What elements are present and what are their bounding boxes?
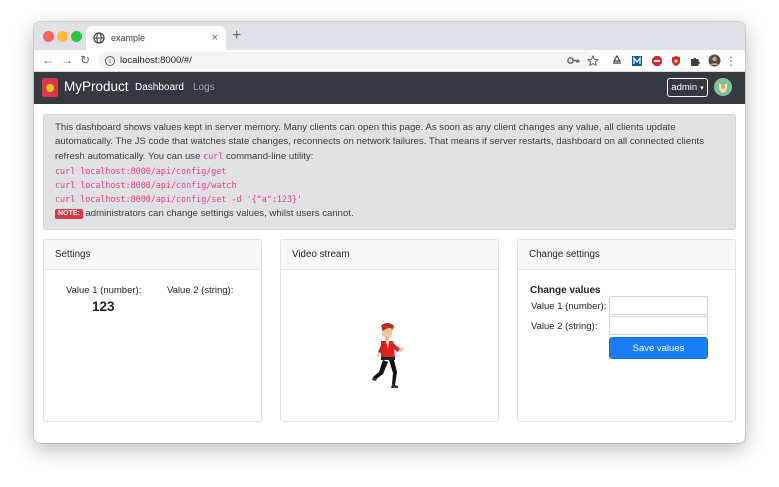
video-card-header: Video stream bbox=[281, 240, 498, 270]
save-values-button[interactable]: Save values bbox=[609, 337, 708, 359]
url-text: localhost:8000/#/ bbox=[120, 55, 192, 66]
value1-input-label: Value 1 (number): bbox=[531, 301, 607, 312]
profile-avatar-icon[interactable] bbox=[707, 54, 721, 67]
curl-inline-code: curl bbox=[203, 151, 224, 162]
browser-toolbar: ← → ↻ i localhost:8000/#/ ⋮ bbox=[34, 50, 745, 72]
info-intro-text: This dashboard shows values kept in serv… bbox=[55, 122, 704, 163]
note-text: administrators can change settings value… bbox=[85, 207, 354, 219]
app-navbar: MyProduct Dashboard Logs admin ▾ bbox=[34, 72, 745, 104]
adblock-extension-icon[interactable] bbox=[650, 54, 664, 67]
brand-logo-icon[interactable] bbox=[42, 78, 58, 97]
site-info-icon[interactable]: i bbox=[105, 55, 115, 66]
maximize-window-button[interactable] bbox=[71, 31, 82, 42]
settings-card: Settings Value 1 (number): 123 Value 2 (… bbox=[43, 239, 262, 422]
change-settings-header: Change settings bbox=[518, 240, 735, 270]
m-extension-icon[interactable] bbox=[630, 54, 644, 67]
user-avatar[interactable] bbox=[714, 78, 732, 96]
bookmark-star-icon[interactable] bbox=[586, 54, 600, 67]
puzzle-icon[interactable] bbox=[688, 54, 702, 67]
brand-name[interactable]: MyProduct bbox=[64, 79, 129, 94]
video-stream-card: Video stream bbox=[280, 239, 499, 422]
note-badge: NOTE: bbox=[55, 208, 83, 219]
change-values-title: Change values bbox=[530, 285, 601, 296]
key-icon[interactable] bbox=[566, 54, 580, 67]
browser-tab[interactable]: example × bbox=[86, 26, 226, 50]
command-set: curl localhost:8000/api/config/set -d '{… bbox=[55, 194, 303, 205]
info-alert: This dashboard shows values kept in serv… bbox=[43, 114, 736, 230]
change-settings-card: Change settings Change values Value 1 (n… bbox=[517, 239, 736, 422]
settings-card-header: Settings bbox=[44, 240, 261, 270]
close-window-button[interactable] bbox=[43, 31, 54, 42]
tab-title: example bbox=[111, 33, 146, 43]
command-watch: curl localhost:8000/api/config/watch bbox=[55, 180, 237, 191]
command-get: curl localhost:8000/api/config/get bbox=[55, 166, 227, 177]
value2-label: Value 2 (string): bbox=[167, 285, 234, 296]
new-tab-button[interactable]: + bbox=[232, 27, 241, 45]
nav-dashboard-link[interactable]: Dashboard bbox=[135, 82, 184, 93]
value2-input[interactable] bbox=[609, 316, 708, 335]
browser-window: example × + ← → ↻ i localhost:8000/#/ ⋮ … bbox=[34, 22, 745, 443]
value1-input[interactable] bbox=[609, 296, 708, 315]
caret-down-icon: ▾ bbox=[700, 84, 704, 92]
running-man-image bbox=[372, 322, 408, 397]
info-intro-tail: command-line utility: bbox=[225, 151, 314, 163]
back-button[interactable]: ← bbox=[42, 52, 54, 68]
tab-strip: example × + bbox=[34, 22, 745, 50]
address-bar[interactable]: i localhost:8000/#/ bbox=[98, 52, 594, 69]
tab-close-icon[interactable]: × bbox=[212, 32, 218, 44]
value2-input-label: Value 2 (string): bbox=[531, 321, 598, 332]
nav-logs-link[interactable]: Logs bbox=[193, 82, 215, 93]
user-menu-button[interactable]: admin ▾ bbox=[667, 78, 708, 97]
recycle-extension-icon[interactable] bbox=[610, 54, 624, 67]
globe-icon bbox=[93, 32, 105, 44]
shield-extension-icon[interactable] bbox=[669, 54, 683, 67]
forward-button[interactable]: → bbox=[61, 52, 73, 68]
value1-label: Value 1 (number): bbox=[66, 285, 142, 296]
user-menu-label: admin bbox=[671, 82, 698, 93]
browser-menu-icon[interactable]: ⋮ bbox=[725, 54, 737, 68]
value1-display: 123 bbox=[92, 299, 115, 314]
reload-button[interactable]: ↻ bbox=[80, 52, 90, 68]
minimize-window-button[interactable] bbox=[57, 31, 68, 42]
